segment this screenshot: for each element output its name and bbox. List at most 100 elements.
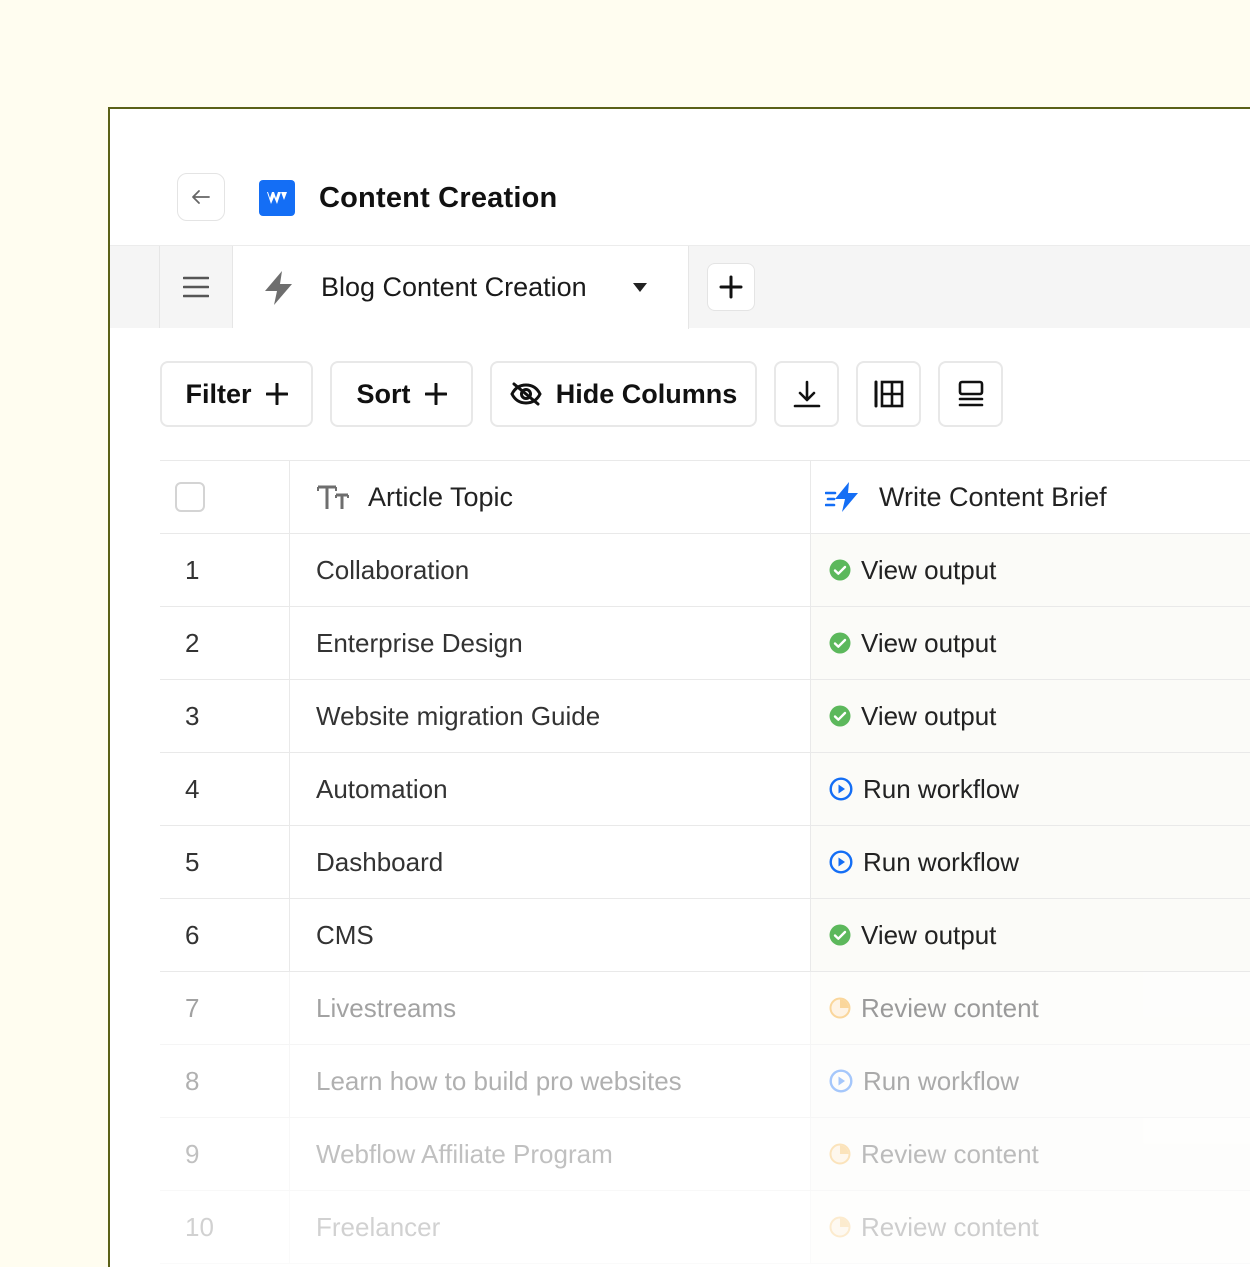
review-progress-icon (829, 1216, 851, 1238)
page-title: Content Creation (319, 182, 558, 214)
sort-button[interactable]: Sort (330, 361, 473, 427)
download-button[interactable] (774, 361, 839, 427)
back-button[interactable] (177, 173, 225, 221)
table-row[interactable]: 8 Learn how to build pro websites Run work… (160, 1045, 1250, 1118)
status-link[interactable]: View output (861, 628, 996, 659)
plus-icon (424, 383, 447, 405)
add-tab-button[interactable] (707, 263, 755, 311)
table-row[interactable]: 1 Collaboration View output (160, 534, 1250, 607)
article-topic-cell[interactable]: Collaboration (290, 534, 811, 606)
menu-button[interactable] (159, 246, 233, 328)
fast-bolt-icon (825, 482, 858, 512)
hide-columns-label: Hide Columns (555, 378, 738, 409)
status-link[interactable]: View output (861, 920, 996, 951)
status-cell[interactable]: Run workflow (811, 753, 1250, 825)
row-number: 6 (160, 899, 290, 971)
eye-off-icon (510, 382, 542, 406)
table-row[interactable]: 9 Webflow Affiliate Program Review content (160, 1118, 1250, 1191)
row-number: 2 (160, 607, 290, 679)
hide-columns-button[interactable]: Hide Columns (490, 361, 757, 427)
article-topic-cell[interactable]: CMS (290, 899, 811, 971)
article-topic-cell[interactable]: Freelancer (290, 1191, 811, 1263)
column-header-write-content-brief[interactable]: Write Content Brief (811, 461, 1250, 533)
row-number: 1 (160, 534, 290, 606)
table-row[interactable]: 5 Dashboard Run workflow (160, 826, 1250, 899)
sort-label: Sort (356, 378, 411, 409)
status-cell[interactable]: View output (811, 680, 1250, 752)
hamburger-menu-icon (183, 276, 209, 298)
status-cell[interactable]: Review content (811, 1118, 1250, 1190)
table-row[interactable]: 6 CMS View output (160, 899, 1250, 972)
status-cell[interactable]: Review content (811, 972, 1250, 1044)
row-number: 7 (160, 972, 290, 1044)
plus-icon (265, 383, 288, 405)
status-link[interactable]: Review content (861, 993, 1039, 1024)
row-number: 10 (160, 1191, 290, 1263)
status-cell[interactable]: Run workflow (811, 1045, 1250, 1117)
review-progress-icon (829, 1143, 851, 1165)
review-progress-icon (829, 997, 851, 1019)
status-cell[interactable]: Review content (811, 1191, 1250, 1263)
row-height-button[interactable] (938, 361, 1003, 427)
columns-icon (874, 380, 903, 408)
select-all-checkbox[interactable] (175, 482, 205, 512)
table-row[interactable]: 4 Automation Run workflow (160, 753, 1250, 826)
row-number: 8 (160, 1045, 290, 1117)
status-cell[interactable]: View output (811, 607, 1250, 679)
column-header-article-topic[interactable]: Article Topic (290, 461, 811, 533)
table-row[interactable]: 7 Livestreams Review content (160, 972, 1250, 1045)
arrow-left-icon (192, 190, 210, 204)
status-cell[interactable]: View output (811, 899, 1250, 971)
row-height-icon (958, 380, 983, 407)
status-cell[interactable]: Run workflow (811, 826, 1250, 898)
select-all-cell (160, 461, 290, 533)
status-link[interactable]: Run workflow (863, 1066, 1019, 1097)
app-window: Content Creation Blog Content Creation F… (108, 107, 1250, 1267)
article-topic-cell[interactable]: Learn how to build pro websites (290, 1045, 811, 1117)
row-number: 9 (160, 1118, 290, 1190)
columns-button[interactable] (856, 361, 921, 427)
table-row[interactable]: 3 Website migration Guide View output (160, 680, 1250, 753)
article-topic-cell[interactable]: Dashboard (290, 826, 811, 898)
play-circle-icon (829, 1069, 853, 1093)
row-number: 3 (160, 680, 290, 752)
row-number: 4 (160, 753, 290, 825)
tab-label: Blog Content Creation (321, 272, 587, 302)
data-table: Article Topic Write Content Brief 1 Colla… (160, 460, 1250, 1264)
column-label: Write Content Brief (879, 481, 1107, 512)
status-cell[interactable]: View output (811, 534, 1250, 606)
check-circle-icon (829, 632, 851, 654)
status-link[interactable]: Run workflow (863, 774, 1019, 805)
table-body: 1 Collaboration View output 2 Enterprise Des… (160, 534, 1250, 1264)
article-topic-cell[interactable]: Website migration Guide (290, 680, 811, 752)
status-link[interactable]: Run workflow (863, 847, 1019, 878)
table-row[interactable]: 10 Freelancer Review content (160, 1191, 1250, 1264)
bolt-icon (265, 271, 292, 305)
status-link[interactable]: View output (861, 701, 996, 732)
tab-bar: Blog Content Creation (110, 245, 1250, 329)
tab-blog-content-creation[interactable]: Blog Content Creation (233, 246, 689, 329)
webflow-logo-icon (259, 180, 295, 216)
status-link[interactable]: Review content (861, 1139, 1039, 1170)
article-topic-cell[interactable]: Automation (290, 753, 811, 825)
play-circle-icon (829, 850, 853, 874)
status-link[interactable]: View output (861, 555, 996, 586)
caret-down-icon[interactable] (633, 283, 647, 292)
table-row[interactable]: 2 Enterprise Design View output (160, 607, 1250, 680)
check-circle-icon (829, 924, 851, 946)
status-link[interactable]: Review content (861, 1212, 1039, 1243)
article-topic-cell[interactable]: Livestreams (290, 972, 811, 1044)
play-circle-icon (829, 777, 853, 801)
article-topic-cell[interactable]: Enterprise Design (290, 607, 811, 679)
column-label: Article Topic (368, 481, 514, 512)
check-circle-icon (829, 705, 851, 727)
text-type-icon (317, 485, 349, 509)
table-header-row: Article Topic Write Content Brief (160, 461, 1250, 534)
row-number: 5 (160, 826, 290, 898)
check-circle-icon (829, 559, 851, 581)
filter-button[interactable]: Filter (160, 361, 313, 427)
article-topic-cell[interactable]: Webflow Affiliate Program (290, 1118, 811, 1190)
filter-label: Filter (185, 378, 252, 409)
download-icon (793, 380, 820, 408)
plus-icon (719, 275, 743, 299)
